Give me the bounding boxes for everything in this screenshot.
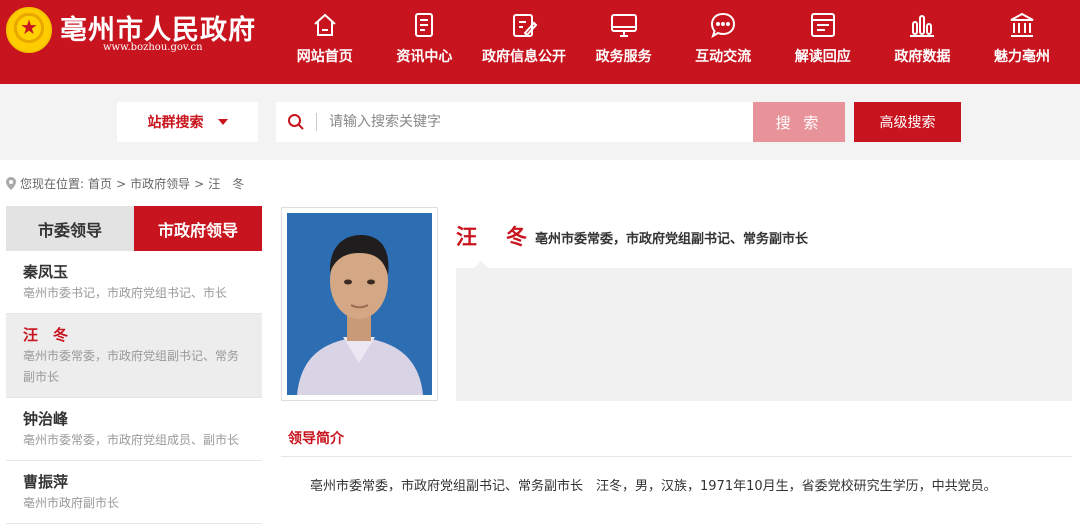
advanced-search-button[interactable]: 高级搜索	[854, 102, 961, 142]
bar-chart-icon	[910, 15, 935, 37]
main-nav: 网站首页 资讯中心 政府信息公开 政务服务 互动交流 解读回应 政府数据 魅力亳…	[275, 0, 1072, 84]
leader-sidebar: 市委领导 市政府领导 秦凤玉 亳州市委书记，市政府党组书记、市长 汪 冬 亳州市…	[6, 206, 262, 530]
nav-label: 政府信息公开	[481, 49, 566, 65]
tab-party-committee-leaders[interactable]: 市委领导	[6, 206, 134, 251]
breadcrumb-current: 汪 冬	[208, 177, 245, 191]
leader-profile-details-panel	[456, 261, 1072, 401]
leader-profile-name: 汪 冬	[456, 225, 531, 249]
caret-down-icon	[217, 119, 228, 125]
nav-item-info-disclosure[interactable]: 政府信息公开	[474, 0, 574, 84]
browser-icon	[810, 13, 835, 37]
chat-icon	[711, 12, 736, 39]
nav-label: 魅力亳州	[993, 49, 1050, 65]
nav-label: 互动交流	[695, 49, 752, 65]
location-pin-icon	[6, 177, 16, 190]
leader-item[interactable]: 钟治峰 亳州市委常委，市政府党组成员、副市长	[6, 398, 262, 461]
breadcrumb-separator: >	[116, 176, 127, 191]
leader-item[interactable]: 秦凤玉 亳州市委书记，市政府党组书记、市长	[6, 251, 262, 314]
site-url: www.bozhou.gov.cn	[103, 42, 203, 53]
search-input[interactable]	[317, 103, 753, 141]
leader-item-active[interactable]: 汪 冬 亳州市委常委，市政府党组副书记、常务副市长	[6, 314, 262, 398]
breadcrumb: 您现在位置: 首页 > 市政府领导 > 汪 冬	[6, 175, 244, 192]
leader-name: 曹振萍	[23, 473, 69, 491]
search-bar: 站群搜索 搜 索 高级搜索	[0, 84, 1080, 160]
nav-item-home[interactable]: 网站首页	[275, 0, 375, 84]
edit-icon	[512, 14, 538, 37]
search-scope-dropdown[interactable]: 站群搜索	[117, 102, 258, 142]
leader-title: 亳州市委常委，市政府党组副书记、常务副市长	[23, 349, 240, 384]
monitor-icon	[610, 14, 637, 37]
nav-label: 资讯中心	[396, 49, 453, 65]
leader-title: 亳州市委常委，市政府党组成员、副市长	[23, 433, 240, 447]
breadcrumb-home[interactable]: 首页	[88, 175, 112, 192]
search-scope-label: 站群搜索	[147, 115, 204, 131]
nav-item-charm-bozhou[interactable]: 魅力亳州	[972, 0, 1072, 84]
leader-title: 亳州市委书记，市政府党组书记、市长	[23, 286, 228, 300]
leader-tabs: 市委领导 市政府领导	[6, 206, 262, 251]
nav-item-interaction[interactable]: 互动交流	[673, 0, 773, 84]
intro-heading: 领导简介	[288, 431, 344, 447]
landmark-icon	[1010, 12, 1034, 37]
tab-government-leaders[interactable]: 市政府领导	[134, 206, 262, 251]
national-emblem-icon	[6, 7, 52, 53]
search-box	[276, 102, 753, 142]
leader-name: 汪 冬	[23, 326, 69, 344]
leader-title: 亳州市政府副市长	[23, 496, 120, 510]
nav-item-open-data[interactable]: 政府数据	[873, 0, 973, 84]
breadcrumb-prefix: 您现在位置:	[20, 177, 85, 191]
leader-profile-title: 亳州市委常委，市政府党组副书记、常务副市长	[535, 232, 809, 247]
nav-item-interpretation[interactable]: 解读回应	[773, 0, 873, 84]
document-icon	[415, 13, 434, 37]
nav-label: 解读回应	[794, 49, 851, 65]
nav-item-services[interactable]: 政务服务	[574, 0, 674, 84]
breadcrumb-separator: >	[194, 176, 205, 191]
intro-divider	[281, 456, 1072, 457]
home-icon	[314, 13, 336, 36]
search-button[interactable]: 搜 索	[753, 102, 845, 142]
intro-text: 亳州市委常委，市政府党组副书记、常务副市长 汪冬，男，汉族，1971年10月生，…	[310, 479, 997, 494]
nav-label: 网站首页	[296, 49, 353, 65]
leader-photo-frame	[281, 207, 438, 401]
breadcrumb-city-leaders[interactable]: 市政府领导	[130, 175, 190, 192]
nav-label: 政务服务	[595, 49, 652, 65]
site-header: 亳州市人民政府 www.bozhou.gov.cn 网站首页 资讯中心 政府信息…	[0, 0, 1080, 84]
leader-name: 秦凤玉	[23, 263, 69, 281]
leader-name: 钟治峰	[23, 410, 69, 428]
nav-label: 政府数据	[894, 49, 951, 65]
nav-item-news[interactable]: 资讯中心	[375, 0, 475, 84]
leader-portrait	[287, 213, 432, 395]
leader-item[interactable]: 曹振萍 亳州市政府副市长	[6, 461, 262, 524]
search-icon[interactable]	[276, 102, 316, 142]
